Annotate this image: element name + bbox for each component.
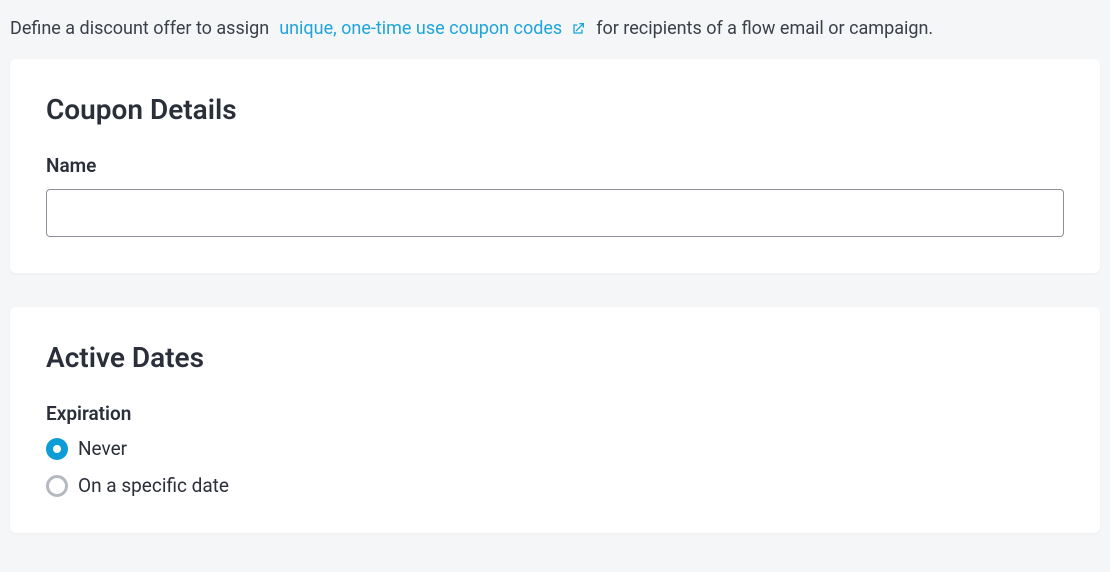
- expiration-radio-group: Never On a specific date: [46, 437, 1064, 497]
- intro-suffix: for recipients of a flow email or campai…: [596, 18, 933, 39]
- expiration-option-never[interactable]: Never: [46, 437, 1064, 460]
- active-dates-card: Active Dates Expiration Never On a speci…: [10, 307, 1100, 533]
- external-link-icon: [570, 21, 586, 37]
- coupon-details-heading: Coupon Details: [46, 93, 1064, 126]
- radio-selected-icon: [46, 438, 68, 460]
- intro-text: Define a discount offer to assign unique…: [10, 10, 1100, 59]
- intro-prefix: Define a discount offer to assign: [10, 18, 269, 39]
- name-input[interactable]: [46, 189, 1064, 237]
- active-dates-heading: Active Dates: [46, 341, 1064, 374]
- name-label: Name: [46, 154, 1064, 177]
- expiration-label: Expiration: [46, 402, 1064, 425]
- expiration-option-never-label: Never: [78, 437, 127, 460]
- coupon-codes-link[interactable]: unique, one-time use coupon codes: [273, 18, 592, 39]
- radio-unselected-icon: [46, 475, 68, 497]
- expiration-option-specific-date[interactable]: On a specific date: [46, 474, 1064, 497]
- coupon-details-card: Coupon Details Name: [10, 59, 1100, 273]
- expiration-option-specific-date-label: On a specific date: [78, 474, 229, 497]
- coupon-codes-link-text: unique, one-time use coupon codes: [279, 18, 562, 39]
